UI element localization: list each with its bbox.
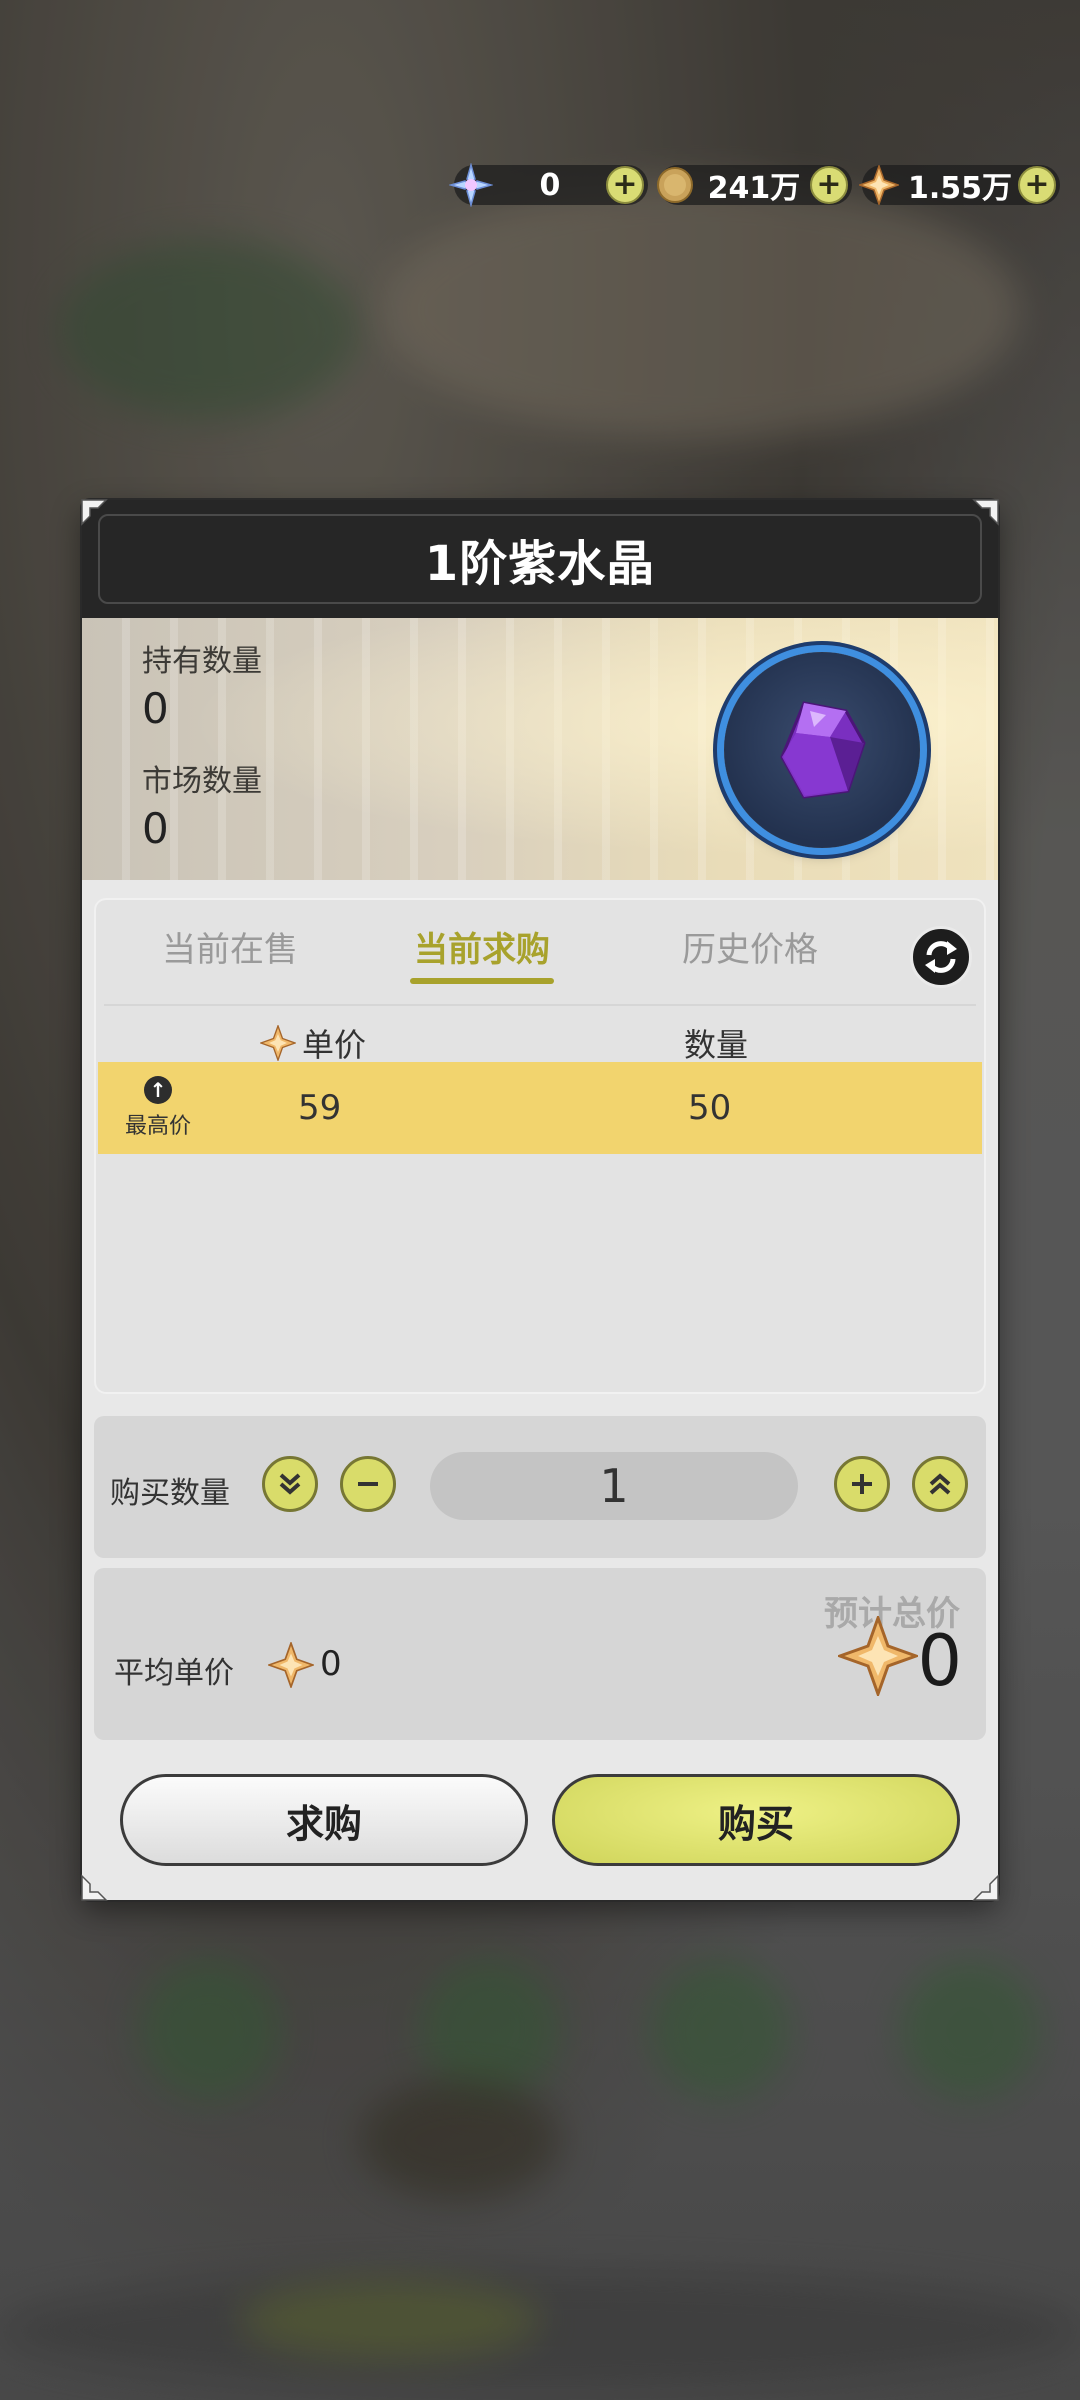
gold-coin-icon	[652, 162, 698, 208]
diamond-star-icon	[268, 1642, 314, 1688]
average-price-value: 0	[320, 1644, 342, 1684]
crystal-amount: 0	[539, 167, 561, 203]
average-price-label: 平均单价	[114, 1656, 234, 1691]
highest-price-label: 最高价	[124, 1114, 191, 1139]
tab-price-history[interactable]: 历史价格	[670, 922, 830, 982]
market-tabs: 当前在售 当前求购 历史价格	[94, 898, 986, 1006]
tab-buy-requests[interactable]: 当前求购	[410, 922, 554, 984]
refresh-icon	[925, 941, 957, 973]
dialog-title: 1阶紫水晶	[424, 536, 656, 592]
currency-gold: 241万 +	[656, 165, 852, 206]
total-price-value: 0	[917, 1620, 962, 1702]
add-gold-button[interactable]: +	[809, 166, 848, 204]
quantity-panel: 购买数量 1	[94, 1416, 986, 1558]
diamond-star-icon	[838, 1616, 918, 1696]
corner-ornament-icon	[972, 499, 999, 526]
gold-amount: 241万	[707, 171, 801, 206]
currency-bar: 0 + 241万 + 1.55万 +	[448, 162, 1060, 208]
market-value: 0	[142, 804, 169, 853]
table-row[interactable]: ↑ 最高价 59 50	[98, 1062, 982, 1154]
tab-on-sale[interactable]: 当前在售	[150, 922, 310, 982]
minus-icon	[358, 1482, 378, 1486]
up-arrow-icon: ↑	[144, 1076, 172, 1104]
price-header-label: 单价	[302, 1026, 367, 1064]
held-stat: 持有数量 0	[142, 636, 262, 733]
diamond-amount: 1.55万	[907, 171, 1012, 206]
trade-dialog: 1阶紫水晶 持有数量 0 市场数量 0 当前在售 当前求购 历史价格 单价 数量…	[82, 500, 998, 1900]
double-chevron-up-icon	[929, 1473, 951, 1495]
currency-crystal: 0 +	[448, 163, 648, 207]
highest-price-badge: ↑ 最高价	[118, 1076, 198, 1140]
increase-button[interactable]	[834, 1456, 890, 1512]
item-info-banner: 持有数量 0 市场数量 0	[82, 618, 998, 880]
dialog-header: 1阶紫水晶	[82, 500, 998, 618]
add-crystal-button[interactable]: +	[605, 166, 644, 204]
decrease-max-button[interactable]	[262, 1456, 318, 1512]
market-panel: 当前在售 当前求购 历史价格 单价 数量 ↑ 最高价 59 50	[94, 898, 986, 1394]
plus-icon	[852, 1474, 872, 1494]
held-label: 持有数量	[142, 644, 262, 679]
quantity-label: 购买数量	[110, 1476, 230, 1511]
quantity-input[interactable]: 1	[430, 1452, 798, 1520]
diamond-star-icon	[856, 162, 902, 208]
corner-ornament-icon	[81, 499, 108, 526]
diamond-star-icon	[260, 1025, 296, 1061]
held-value: 0	[142, 684, 169, 733]
refresh-button[interactable]	[910, 926, 972, 988]
row-price: 59	[298, 1088, 342, 1128]
purple-crystal-icon[interactable]	[724, 652, 920, 848]
corner-ornament-icon	[81, 1874, 108, 1901]
increase-max-button[interactable]	[912, 1456, 968, 1512]
market-stat: 市场数量 0	[142, 756, 262, 853]
quantity-column-header: 数量	[684, 1018, 748, 1068]
corner-ornament-icon	[972, 1874, 999, 1901]
buy-button[interactable]: 购买	[552, 1774, 960, 1866]
decrease-button[interactable]	[340, 1456, 396, 1512]
price-panel: 平均单价 0 预计总价 0	[94, 1568, 986, 1740]
row-quantity: 50	[688, 1088, 732, 1128]
snowflake-crystal-icon	[448, 162, 494, 208]
quantity-header-label: 数量	[684, 1026, 749, 1064]
double-chevron-down-icon	[279, 1473, 301, 1495]
price-column-header: 单价	[260, 1018, 366, 1068]
market-label: 市场数量	[142, 764, 262, 799]
add-diamond-button[interactable]: +	[1018, 166, 1056, 204]
currency-diamond: 1.55万 +	[858, 165, 1060, 206]
request-button[interactable]: 求购	[120, 1774, 528, 1866]
